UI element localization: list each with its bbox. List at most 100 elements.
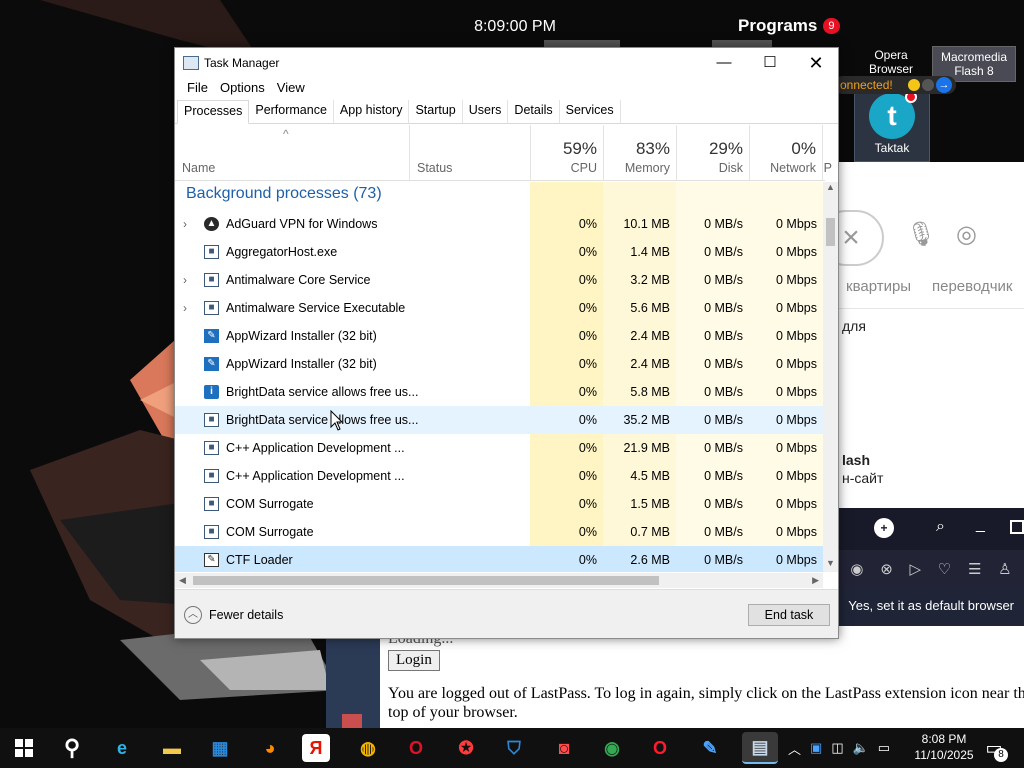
chevron-up-icon[interactable]: ︿ <box>788 739 801 758</box>
network-total: 0% <box>791 139 816 158</box>
column-name[interactable]: Name <box>175 125 409 181</box>
heart-icon[interactable]: ♡ <box>938 560 951 578</box>
minimize-icon[interactable]: _ <box>976 516 985 534</box>
network-icon[interactable]: ▭ <box>878 740 890 756</box>
title-bar[interactable]: Task Manager — ☐ ✕ <box>175 48 838 78</box>
file-explorer-icon[interactable]: ▬ <box>156 732 188 764</box>
link-translator[interactable]: переводчик <box>932 278 1012 295</box>
security-icon[interactable]: ✪ <box>450 732 482 764</box>
browser-sidebar <box>326 626 380 728</box>
link-apartments[interactable]: квартиры <box>846 278 911 295</box>
menu-icon[interactable]: ☰ <box>968 560 981 578</box>
camera-icon[interactable]: ◫ <box>831 740 843 756</box>
table-row[interactable]: ✎ AppWizard Installer (32 bit) 0% 2.4 MB… <box>175 350 823 378</box>
tab-processes[interactable]: Processes <box>177 100 250 124</box>
camera-icon[interactable]: ◎ <box>956 220 977 249</box>
adguard-icon[interactable]: ⛉ <box>498 732 530 764</box>
network-value: 0 Mbps <box>749 266 823 294</box>
table-row[interactable]: › ■ Antimalware Service Executable 0% 5.… <box>175 294 823 322</box>
sidebar-app-icon[interactable] <box>342 714 362 728</box>
scroll-down-icon[interactable]: ▼ <box>823 558 838 572</box>
vpn-connected-pill[interactable]: onnected! → <box>834 76 956 94</box>
column-power[interactable]: P <box>822 125 832 181</box>
add-tab-icon[interactable]: + <box>874 518 894 538</box>
recorder-icon[interactable]: ◙ <box>548 732 580 764</box>
arrow-right-icon[interactable]: → <box>936 77 952 93</box>
tray-app-icon[interactable]: ▣ <box>810 740 822 756</box>
table-row[interactable]: ■ C++ Application Development ... 0% 21.… <box>175 434 823 462</box>
memory-value: 2.4 MB <box>603 350 676 378</box>
default-browser-banner[interactable]: Yes, set it as default browser <box>838 588 1024 626</box>
tab-services[interactable]: Services <box>560 100 621 123</box>
menu-bar: File Options View <box>175 78 838 98</box>
menu-view[interactable]: View <box>271 78 311 98</box>
firefox-icon[interactable]: ◕ <box>254 732 286 764</box>
block-icon[interactable]: ⊗ <box>880 560 893 578</box>
notification-center-icon[interactable]: ▭ 8 <box>980 734 1008 762</box>
table-row[interactable]: › ▲ AdGuard VPN for Windows 0% 10.1 MB 0… <box>175 210 823 238</box>
table-row-selected[interactable]: ✎ CTF Loader 0% 2.6 MB 0 MB/s 0 Mbps <box>175 546 823 572</box>
edge-icon[interactable]: e <box>106 732 138 764</box>
table-row[interactable]: ■ C++ Application Development ... 0% 4.5… <box>175 462 823 490</box>
tab-users[interactable]: Users <box>463 100 509 123</box>
table-row[interactable]: › ■ Antimalware Core Service 0% 3.2 MB 0… <box>175 266 823 294</box>
expand-chevron-icon[interactable]: › <box>183 294 187 322</box>
login-button[interactable]: Login <box>388 650 440 671</box>
desktop-icon-taktak[interactable]: t Taktak <box>854 84 930 162</box>
scroll-right-icon[interactable]: ▶ <box>812 573 819 588</box>
close-button[interactable]: ✕ <box>793 48 839 78</box>
column-status[interactable]: Status <box>409 125 530 181</box>
programs-widget[interactable]: Programs 9 <box>738 16 840 36</box>
fewer-details-link[interactable]: Fewer details <box>209 608 283 622</box>
chrome-icon[interactable]: ◍ <box>352 732 384 764</box>
tab-app-history[interactable]: App history <box>334 100 410 123</box>
column-label: Name <box>182 161 216 175</box>
expand-chevron-icon[interactable]: › <box>183 210 187 238</box>
minimize-button[interactable]: — <box>701 48 747 78</box>
scroll-up-icon[interactable]: ▲ <box>823 182 838 196</box>
vertical-scrollbar[interactable]: ▲ ▼ <box>823 182 838 572</box>
chrome-profile-icon[interactable]: ◉ <box>596 732 628 764</box>
table-row[interactable]: ■ BrightData service allows free us... 0… <box>175 406 823 434</box>
column-memory[interactable]: 83% Memory <box>603 125 676 181</box>
menu-options[interactable]: Options <box>214 78 271 98</box>
search-icon[interactable]: ⚲ <box>56 732 88 764</box>
opera-gx-icon[interactable]: O <box>644 732 676 764</box>
scroll-thumb[interactable] <box>826 218 835 246</box>
play-icon[interactable]: ▷ <box>910 560 922 578</box>
tab-details[interactable]: Details <box>508 100 560 123</box>
table-row[interactable]: ■ COM Surrogate 0% 0.7 MB 0 MB/s 0 Mbps <box>175 518 823 546</box>
task-manager-icon[interactable]: ▤ <box>742 732 778 764</box>
appwizard-icon[interactable]: ✎ <box>694 732 726 764</box>
disk-value: 0 MB/s <box>704 413 743 427</box>
expand-chevron-icon[interactable]: › <box>183 266 187 294</box>
maximize-button[interactable]: ☐ <box>747 48 793 78</box>
column-network[interactable]: 0% Network <box>749 125 822 181</box>
scroll-left-icon[interactable]: ◀ <box>179 573 186 588</box>
column-cpu[interactable]: 59% CPU <box>530 125 603 181</box>
yandex-icon[interactable]: Я <box>302 734 330 762</box>
table-row[interactable]: ■ COM Surrogate 0% 1.5 MB 0 MB/s 0 Mbps <box>175 490 823 518</box>
maximize-icon[interactable] <box>1010 520 1024 534</box>
taskbar-clock[interactable]: 8:08 PM 11/10/2025 <box>912 731 976 763</box>
tab-startup[interactable]: Startup <box>409 100 463 123</box>
chevron-up-icon[interactable]: ︿ <box>184 606 202 624</box>
table-row[interactable]: ✎ AppWizard Installer (32 bit) 0% 2.4 MB… <box>175 322 823 350</box>
search-icon[interactable]: ⌕ <box>936 518 945 536</box>
opera-icon[interactable]: O <box>400 732 432 764</box>
table-row[interactable]: ■ AggregatorHost.exe 0% 1.4 MB 0 MB/s 0 … <box>175 238 823 266</box>
scroll-thumb[interactable] <box>193 576 659 585</box>
microphone-icon[interactable]: 🎙 <box>906 220 936 249</box>
start-icon[interactable] <box>8 732 40 764</box>
end-task-button[interactable]: End task <box>748 604 830 626</box>
volume-muted-icon[interactable]: 🔈 <box>853 740 869 756</box>
table-row[interactable]: i BrightData service allows free us... 0… <box>175 378 823 406</box>
horizontal-scrollbar[interactable]: ◀ ▶ <box>175 573 823 588</box>
store-icon[interactable]: ▦ <box>204 732 236 764</box>
column-disk[interactable]: 29% Disk <box>676 125 749 181</box>
tab-performance[interactable]: Performance <box>249 100 334 123</box>
menu-file[interactable]: File <box>181 78 214 98</box>
process-window-icon: ■ <box>204 497 219 511</box>
user-icon[interactable]: ♙ <box>998 560 1011 578</box>
camera-icon[interactable]: ◉ <box>850 560 863 578</box>
